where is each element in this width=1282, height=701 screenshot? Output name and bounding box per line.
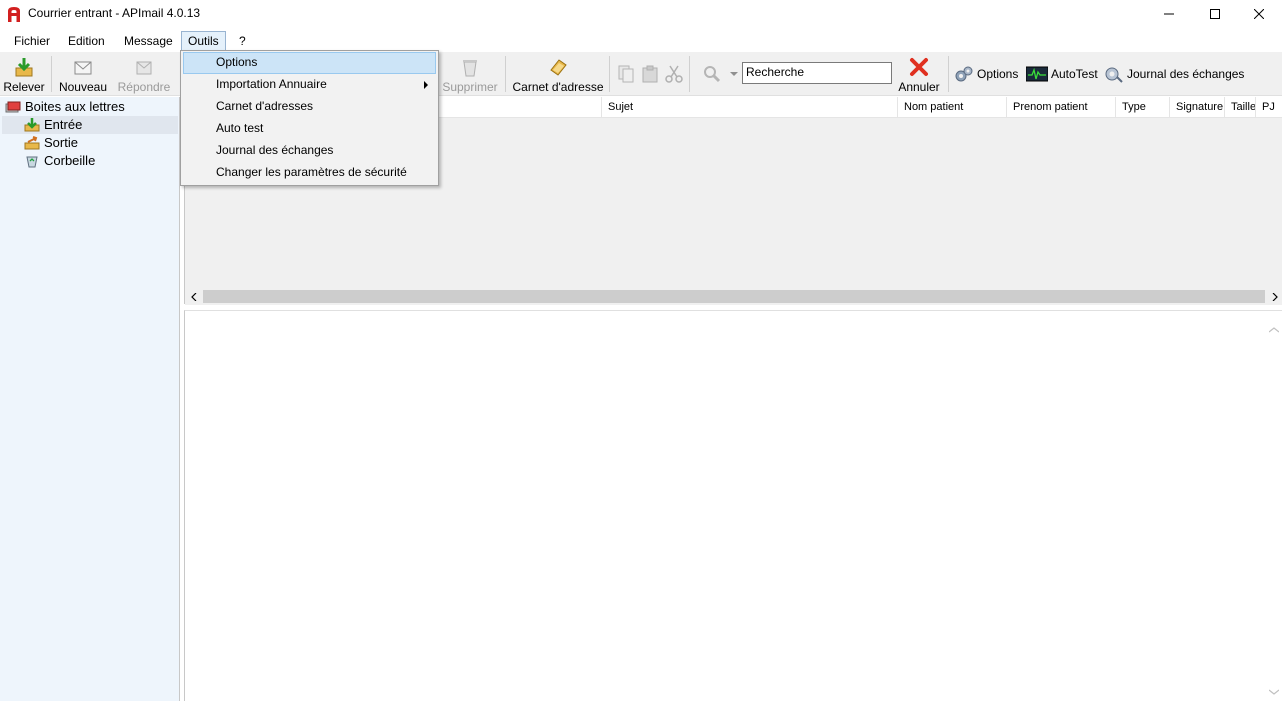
minimize-icon	[1164, 13, 1174, 15]
options-button[interactable]: Options	[954, 64, 1018, 84]
column-signature[interactable]: Signature	[1169, 97, 1224, 118]
menu-help[interactable]: ?	[233, 31, 252, 51]
window-title: Courrier entrant - APImail 4.0.13	[28, 6, 201, 20]
journal-label: Journal des échanges	[1127, 67, 1245, 81]
copy-icon[interactable]	[616, 64, 636, 84]
outils-dropdown-menu: Options Importation Annuaire Carnet d'ad…	[180, 50, 439, 186]
column-nom-patient[interactable]: Nom patient	[897, 97, 1006, 118]
relever-label: Relever	[3, 80, 45, 94]
tree-item-label: Corbeille	[44, 153, 96, 168]
monitor-pulse-icon	[1026, 66, 1048, 82]
relever-button[interactable]: Relever	[2, 54, 46, 94]
scroll-up-icon[interactable]	[1265, 321, 1282, 338]
submenu-arrow-icon	[424, 81, 428, 89]
menu-item-importation-annuaire[interactable]: Importation Annuaire	[183, 74, 436, 96]
toolbar-separator	[689, 56, 690, 92]
cancel-x-icon	[910, 58, 928, 76]
menu-item-journal-echanges[interactable]: Journal des échanges	[183, 140, 436, 162]
tree-root[interactable]: Boites aux lettres	[5, 98, 125, 116]
nouveau-label: Nouveau	[58, 80, 108, 94]
menu-item-label: Importation Annuaire	[216, 77, 327, 91]
scroll-down-icon[interactable]	[1265, 683, 1282, 700]
mailbox-tree: Boites aux lettres Entrée Sortie Corbeil…	[0, 97, 180, 701]
scroll-thumb[interactable]	[203, 290, 1265, 303]
autotest-button[interactable]: AutoTest	[1026, 64, 1098, 84]
inbox-download-icon	[15, 58, 33, 77]
tree-item-label: Sortie	[44, 135, 78, 150]
journal-button[interactable]: Journal des échanges	[1104, 64, 1244, 84]
supprimer-button[interactable]: Supprimer	[440, 54, 500, 94]
menu-item-carnet-adresses[interactable]: Carnet d'adresses	[183, 96, 436, 118]
carnet-adresse-button[interactable]: Carnet d'adresse	[512, 54, 604, 94]
toolbar-separator	[505, 56, 506, 92]
column-sujet[interactable]: Sujet	[601, 97, 897, 118]
options-label: Options	[977, 67, 1019, 81]
autotest-label: AutoTest	[1051, 67, 1098, 81]
search-icon[interactable]	[702, 64, 722, 84]
menu-item-securite[interactable]: Changer les paramètres de sécurité	[183, 162, 436, 184]
reply-icon	[136, 61, 152, 75]
toolbar-separator	[51, 56, 52, 92]
mailboxes-icon	[5, 101, 21, 113]
trash-icon	[463, 60, 477, 77]
apimail-logo-icon	[8, 7, 20, 22]
inbox-icon	[24, 118, 40, 132]
gears-icon	[955, 66, 973, 82]
maximize-icon	[1210, 9, 1220, 19]
horizontal-scrollbar[interactable]	[185, 288, 1282, 305]
toolbar-separator	[609, 56, 610, 92]
address-book-icon	[550, 59, 567, 76]
menu-edition[interactable]: Edition	[62, 31, 111, 51]
menu-fichier[interactable]: Fichier	[8, 31, 56, 51]
menu-message[interactable]: Message	[118, 31, 179, 51]
paste-icon[interactable]	[640, 64, 660, 84]
repondre-button[interactable]: Répondre	[116, 54, 172, 94]
minimize-button[interactable]	[1146, 0, 1192, 28]
repondre-label: Répondre	[117, 80, 171, 94]
close-button[interactable]	[1236, 0, 1282, 28]
annuler-label: Annuler	[898, 80, 940, 94]
vertical-scrollbar[interactable]	[1265, 321, 1282, 701]
maximize-button[interactable]	[1192, 0, 1238, 28]
recycle-bin-icon	[26, 156, 38, 168]
journal-gears-icon	[1105, 67, 1123, 83]
tree-item-sortie[interactable]: Sortie	[24, 134, 78, 152]
scroll-left-icon[interactable]	[185, 288, 202, 305]
message-preview	[184, 310, 1282, 701]
search-input[interactable]: Recherche	[742, 62, 892, 84]
menu-item-options[interactable]: Options	[183, 52, 436, 74]
close-icon	[1254, 9, 1264, 19]
column-type[interactable]: Type	[1115, 97, 1169, 118]
nouveau-button[interactable]: Nouveau	[58, 54, 108, 94]
toolbar-separator	[948, 56, 949, 92]
column-pj[interactable]: PJ	[1255, 97, 1282, 118]
tree-root-label: Boites aux lettres	[25, 99, 125, 114]
search-dropdown-icon[interactable]	[730, 72, 738, 77]
title-bar: Courrier entrant - APImail 4.0.13	[0, 0, 1282, 28]
column-taille[interactable]: Taille	[1224, 97, 1255, 118]
menu-item-auto-test[interactable]: Auto test	[183, 118, 436, 140]
menu-bar: Fichier Edition Message Outils ?	[0, 30, 1282, 52]
tree-item-label: Entrée	[44, 117, 83, 132]
new-mail-icon	[74, 61, 92, 75]
carnet-label: Carnet d'adresse	[512, 80, 604, 94]
outbox-icon	[24, 136, 40, 150]
scroll-right-icon[interactable]	[1266, 288, 1282, 305]
tree-item-corbeille[interactable]: Corbeille	[24, 152, 95, 170]
annuler-button[interactable]: Annuler	[896, 54, 942, 94]
cut-icon[interactable]	[664, 64, 684, 84]
supprimer-label: Supprimer	[442, 80, 498, 94]
menu-outils[interactable]: Outils	[181, 31, 226, 51]
column-prenom-patient[interactable]: Prenom patient	[1006, 97, 1115, 118]
tree-item-entree[interactable]: Entrée	[2, 116, 178, 134]
